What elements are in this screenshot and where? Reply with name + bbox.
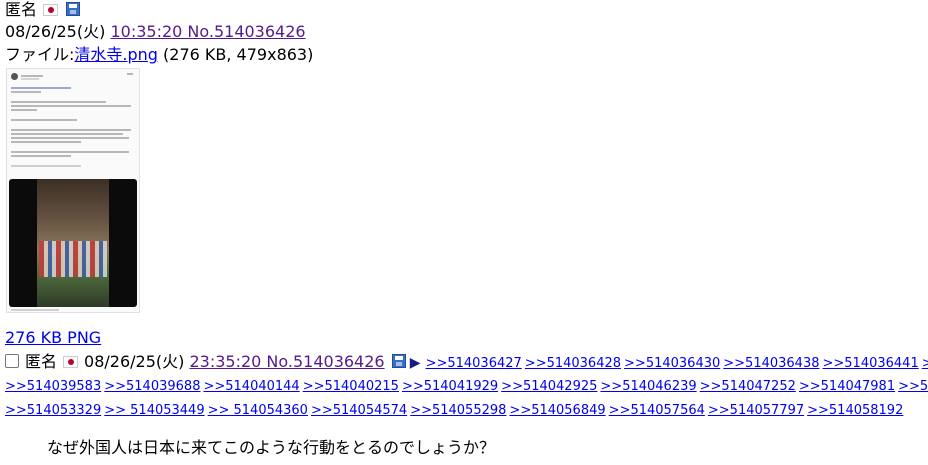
reply-links-row-2: >>514039583 >>514039688 >>514040144 >>51404… <box>5 377 928 397</box>
post-datetime-row: 08/26/25(火) 10:35:20 No.514036426 <box>5 22 306 42</box>
reply-header: 匿名 08/26/25(火) 23:35:20 No.514036426 ▶ >>… <box>5 352 928 374</box>
reply-links-row-3: >>514053329 >> 514053449 >> 514054360 >>514… <box>5 401 906 421</box>
reply-link[interactable]: >>514042925 <box>501 379 597 394</box>
thumbnail-image[interactable] <box>6 68 140 313</box>
save-icon[interactable] <box>391 354 406 368</box>
reply-link[interactable]: >> 514053449 <box>104 403 204 418</box>
file-meta: (276 KB, 479x863) <box>163 45 314 64</box>
file-label: ファイル: <box>5 45 75 64</box>
post-number-link[interactable]: 10:35:20 No.514036426 <box>110 22 305 41</box>
post-number-link[interactable]: 23:35:20 No.514036426 <box>189 352 384 371</box>
save-icon[interactable] <box>66 2 81 16</box>
reply-link[interactable]: >>514056849 <box>509 403 605 418</box>
reply-link[interactable]: >>514046239 <box>600 379 696 394</box>
play-arrow-icon[interactable]: ▶ <box>410 353 421 373</box>
reply-link[interactable]: >>514058192 <box>807 403 903 418</box>
reply-link[interactable]: >>514036430 <box>624 356 720 371</box>
reply-link[interactable]: >>514036438 <box>723 356 819 371</box>
file-info: ファイル:清水寺.png (276 KB, 479x863) <box>5 45 313 65</box>
select-checkbox[interactable] <box>5 354 19 368</box>
reply-link[interactable]: >>514047981 <box>799 379 895 394</box>
reply-link[interactable]: >>514053329 <box>5 403 101 418</box>
thumb-caption-row: 276 KB PNG <box>5 328 101 348</box>
reply-link[interactable]: >>514057564 <box>609 403 705 418</box>
reply-link[interactable]: >> 514054360 <box>208 403 308 418</box>
reply-link[interactable]: >>514041929 <box>402 379 498 394</box>
reply-link[interactable]: >>514036441 <box>823 356 919 371</box>
japan-flag-icon <box>43 4 59 16</box>
reply-link[interactable]: >>514039688 <box>104 379 200 394</box>
japan-flag-icon <box>63 356 79 368</box>
avatar <box>11 73 18 80</box>
reply-link[interactable]: > <box>922 356 928 371</box>
reply-link[interactable]: >>514039583 <box>5 379 101 394</box>
poster-name: 匿名 <box>25 352 58 371</box>
reply-link[interactable]: >>514040144 <box>203 379 299 394</box>
reply-link[interactable]: >>51404 <box>898 379 928 394</box>
reply-link[interactable]: >>514040215 <box>303 379 399 394</box>
thumb-caption-link[interactable]: 276 KB PNG <box>5 328 101 347</box>
reply-link[interactable]: >>514054574 <box>311 403 407 418</box>
post-date: 08/26/25(火) <box>5 22 106 41</box>
reply-link[interactable]: >>514055298 <box>410 403 506 418</box>
reply-link[interactable]: >>514036428 <box>525 356 621 371</box>
post-header: 匿名 <box>5 0 81 20</box>
reply-link[interactable]: >>514036427 <box>426 356 522 371</box>
post-message: なぜ外国人は日本に来てこのような行動をとるのでしょうか？ <box>47 438 496 457</box>
file-name-link[interactable]: 清水寺.png <box>74 45 158 64</box>
post-date: 08/26/25(火) <box>84 352 185 371</box>
poster-name: 匿名 <box>5 0 38 19</box>
reply-link[interactable]: >>514047252 <box>700 379 796 394</box>
video-frame <box>9 179 137 307</box>
reply-links-row-1: >>514036427 >>514036428 >>514036430 >>51403… <box>426 356 928 371</box>
reply-link[interactable]: >>514057797 <box>708 403 804 418</box>
